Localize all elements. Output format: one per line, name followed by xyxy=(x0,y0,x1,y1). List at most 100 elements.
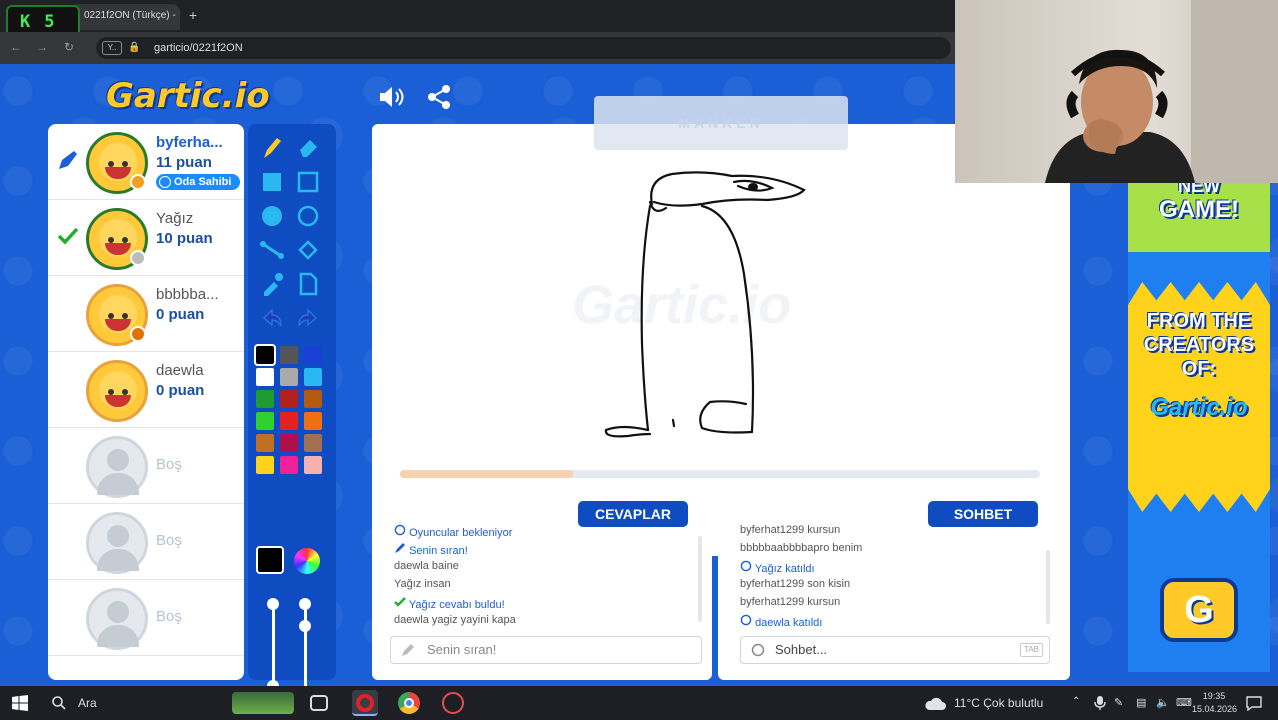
notifications-icon[interactable] xyxy=(1246,695,1262,711)
search-icon[interactable] xyxy=(52,696,66,710)
network-icon[interactable]: ▤ xyxy=(1136,696,1146,709)
pen-icon[interactable]: ✎ xyxy=(1114,696,1123,709)
url-field[interactable]: Y.. 🔒 garticio/0221f2ON xyxy=(96,37,951,59)
slider-knob[interactable] xyxy=(299,598,311,610)
chat-message-text: daewla yagiz yayini kapa xyxy=(394,614,516,626)
chat-message-text: Yağız insan xyxy=(394,578,451,590)
app-taskbar-icon[interactable] xyxy=(442,692,464,714)
task-view-icon[interactable] xyxy=(310,695,328,711)
chrome-taskbar-icon[interactable] xyxy=(398,692,420,714)
color-swatch[interactable] xyxy=(280,346,298,364)
back-icon[interactable]: ← xyxy=(10,40,22,54)
new-page-icon[interactable] xyxy=(294,270,322,298)
color-swatch[interactable] xyxy=(254,344,276,366)
keyboard-icon[interactable]: ⌨ xyxy=(1176,696,1192,709)
overlay-badge-right: 5 xyxy=(44,12,55,32)
answers-panel: Senin sıran! Oyuncular bekleniyor Senin … xyxy=(372,510,712,680)
color-swatch[interactable] xyxy=(280,368,298,386)
clock-date[interactable]: 15.04.2026 xyxy=(1192,704,1237,714)
lock-icon: 🔒 xyxy=(128,42,141,53)
eyedropper-tool-icon[interactable] xyxy=(258,270,286,298)
color-swatch[interactable] xyxy=(256,390,274,408)
color-swatch[interactable] xyxy=(256,456,274,474)
new-tab-icon[interactable]: + xyxy=(184,6,202,24)
share-icon[interactable] xyxy=(424,82,454,112)
line-tool-icon[interactable] xyxy=(258,236,286,264)
browser-tab[interactable]: 0221f2ON (Türkçe) - xyxy=(70,4,180,30)
fill-bucket-tool-icon[interactable] xyxy=(294,236,322,264)
color-swatch[interactable] xyxy=(304,346,322,364)
color-swatch[interactable] xyxy=(304,456,322,474)
chat-bubble-icon xyxy=(751,643,765,657)
player-row[interactable]: bbbbba... 0 puan xyxy=(48,276,244,352)
empty-avatar-icon xyxy=(86,436,148,498)
slider-knob[interactable] xyxy=(267,598,279,610)
reload-icon[interactable]: ↻ xyxy=(64,40,74,54)
url-text: garticio/0221f2ON xyxy=(154,42,243,54)
color-swatch[interactable] xyxy=(256,368,274,386)
chat-message: daewla katıldı xyxy=(740,614,822,629)
rectangle-tool-icon[interactable] xyxy=(294,168,322,196)
chat-message: daewla yagiz yayini kapa xyxy=(394,614,516,626)
filled-circle-tool-icon[interactable] xyxy=(258,202,286,230)
round-progress-fill xyxy=(400,470,573,478)
site-info-icon[interactable]: Y.. xyxy=(102,41,122,55)
color-swatch[interactable] xyxy=(280,412,298,430)
clock-time[interactable]: 19:35 xyxy=(1192,691,1236,701)
color-swatch[interactable] xyxy=(304,412,322,430)
chat-input[interactable]: Sohbet... TAB xyxy=(740,636,1050,664)
search-highlight-icon[interactable] xyxy=(232,692,294,714)
chat-scrollbar[interactable] xyxy=(1046,550,1050,624)
info-icon xyxy=(740,560,752,572)
answer-input[interactable]: Senin sıran! xyxy=(390,636,702,664)
color-swatch[interactable] xyxy=(280,390,298,408)
webcam-overlay xyxy=(955,0,1278,183)
pencil-tool-icon[interactable] xyxy=(258,134,286,162)
color-swatch[interactable] xyxy=(256,434,274,452)
drawing-canvas[interactable]: Gartic.io xyxy=(372,124,1070,556)
tray-chevron-icon[interactable]: ⌃ xyxy=(1072,696,1080,707)
color-swatch[interactable] xyxy=(280,456,298,474)
current-color[interactable] xyxy=(256,546,284,574)
ad-gartic-logo: Gartic.io xyxy=(1150,394,1248,421)
answer-input-placeholder: Senin sıran! xyxy=(427,642,497,657)
ad-line: OF: xyxy=(1181,358,1217,380)
circle-tool-icon[interactable] xyxy=(294,202,322,230)
player-score: 11 puan xyxy=(156,154,212,171)
weather-text[interactable]: 11°C Çok bulutlu xyxy=(954,696,1043,710)
sound-icon[interactable] xyxy=(376,82,406,112)
chat-message: byferhat1299 son kisin xyxy=(740,578,850,590)
color-wheel-icon[interactable] xyxy=(294,548,320,574)
filled-rectangle-tool-icon[interactable] xyxy=(258,168,286,196)
forward-icon[interactable]: → xyxy=(36,40,48,54)
color-swatch[interactable] xyxy=(304,434,322,452)
windows-start-icon[interactable] xyxy=(12,695,28,711)
chat-message-text: byferhat1299 kursun xyxy=(740,524,841,536)
ad-app-icon[interactable]: G xyxy=(1160,578,1238,642)
redo-icon[interactable] xyxy=(294,304,322,332)
slider-knob[interactable] xyxy=(299,620,311,632)
pencil-icon xyxy=(402,644,414,656)
player-row[interactable]: byferha... 11 puan Oda Sahibi xyxy=(48,124,244,200)
opera-taskbar-icon[interactable] xyxy=(352,690,378,716)
player-score: 0 puan xyxy=(156,382,205,399)
advertisement-banner[interactable]: NEW GAME! FROM THE CREATORS OF: Gartic.i… xyxy=(1128,182,1270,672)
color-swatch[interactable] xyxy=(280,434,298,452)
player-name: bbbbba... xyxy=(156,286,219,303)
player-row[interactable]: daewla 0 puan xyxy=(48,352,244,428)
empty-slot: Boş xyxy=(48,504,244,580)
color-swatch[interactable] xyxy=(304,390,322,408)
status-dot xyxy=(130,174,146,190)
color-swatch[interactable] xyxy=(304,368,322,386)
microphone-icon[interactable] xyxy=(1094,696,1106,710)
undo-icon[interactable] xyxy=(258,304,286,332)
volume-icon[interactable]: 🔈 xyxy=(1156,696,1170,709)
answers-scrollbar[interactable] xyxy=(698,536,702,622)
gartic-logo[interactable]: Gartic.io xyxy=(106,76,270,116)
player-row[interactable]: Yağız 10 puan xyxy=(48,200,244,276)
taskbar-search-label[interactable]: Ara xyxy=(78,696,97,710)
empty-slot-label: Boş xyxy=(156,608,182,625)
browser-addressbar: ← → ↻ Y.. 🔒 garticio/0221f2ON xyxy=(0,32,955,64)
color-swatch[interactable] xyxy=(256,412,274,430)
eraser-tool-icon[interactable] xyxy=(294,134,322,162)
